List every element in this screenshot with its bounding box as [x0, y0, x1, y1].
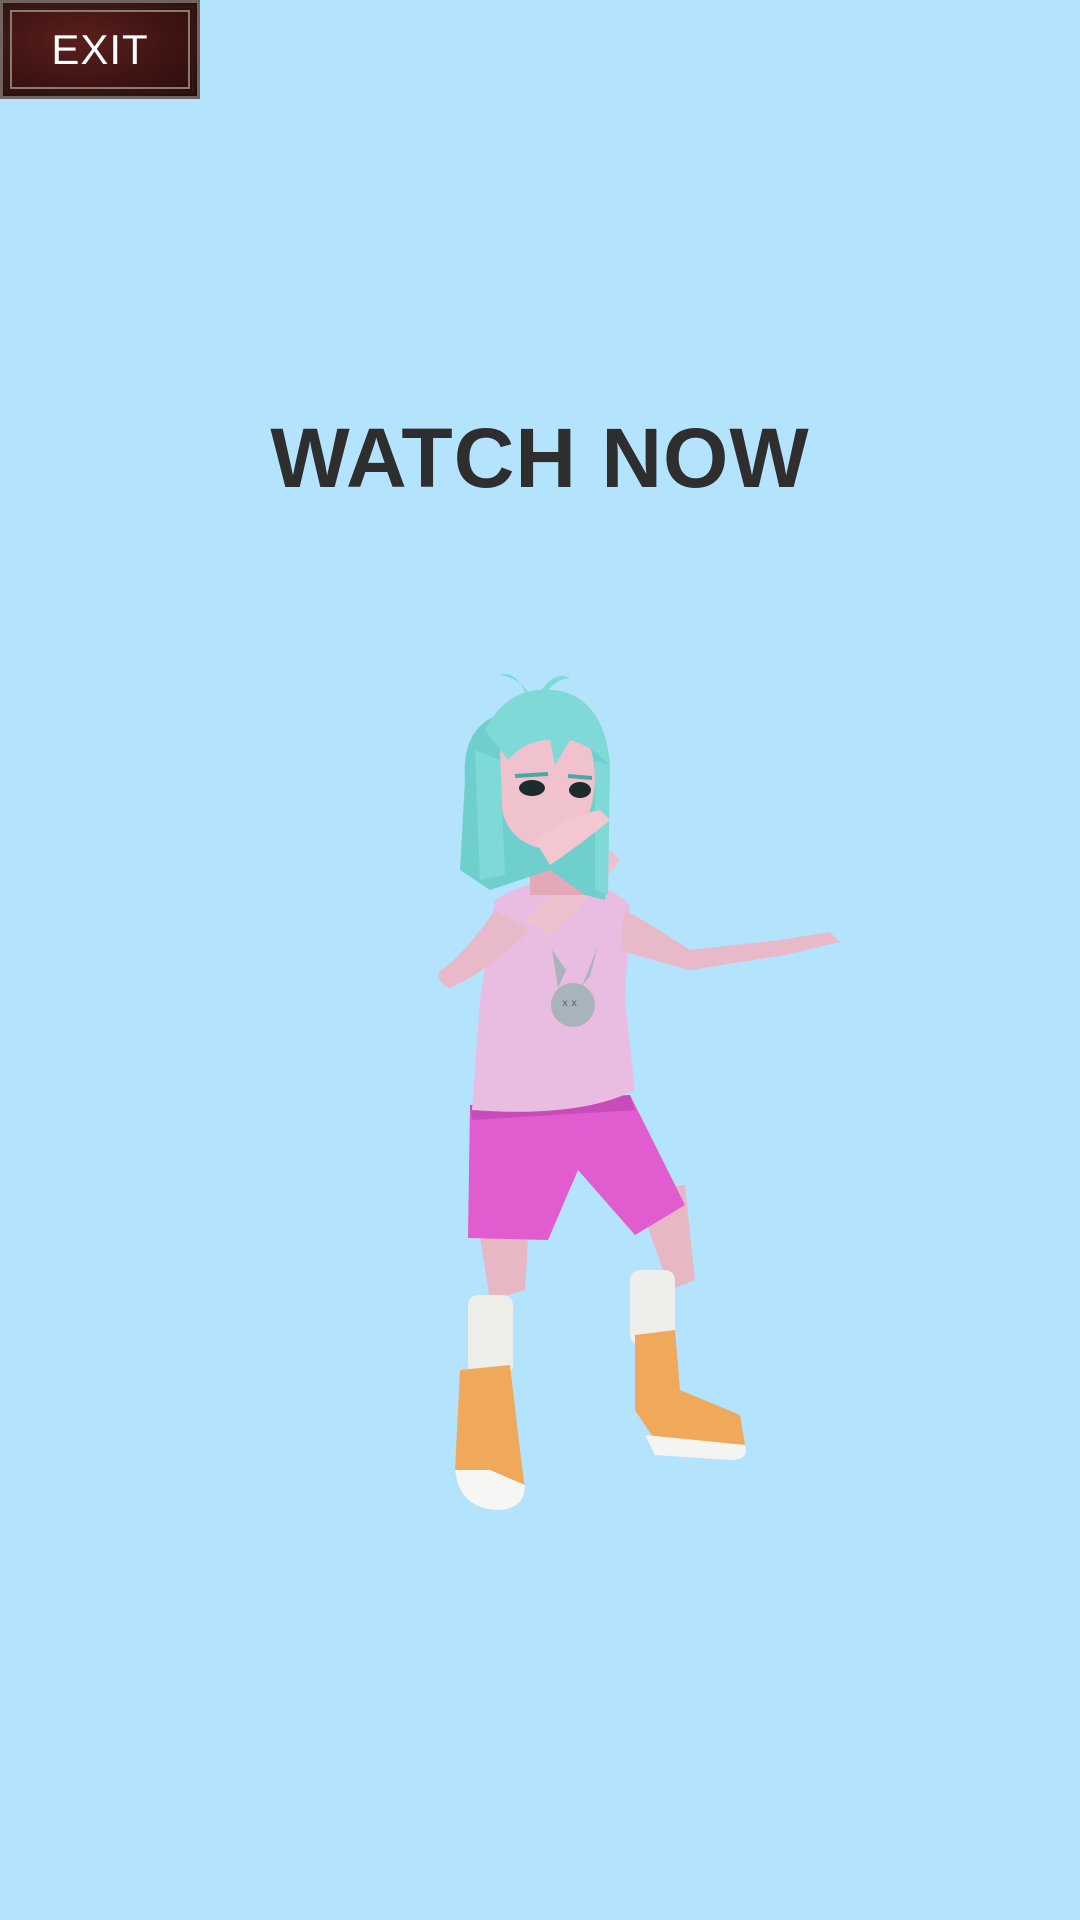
dancing-girl-character: x x — [438, 674, 840, 1510]
exit-button[interactable]: EXIT — [0, 0, 200, 99]
exit-button-label: EXIT — [51, 25, 149, 73]
svg-text:x x: x x — [562, 998, 577, 1009]
game-screen: EXIT WATCH NOW x x — [0, 0, 1080, 1920]
watch-now-title: WATCH NOW — [270, 411, 810, 505]
